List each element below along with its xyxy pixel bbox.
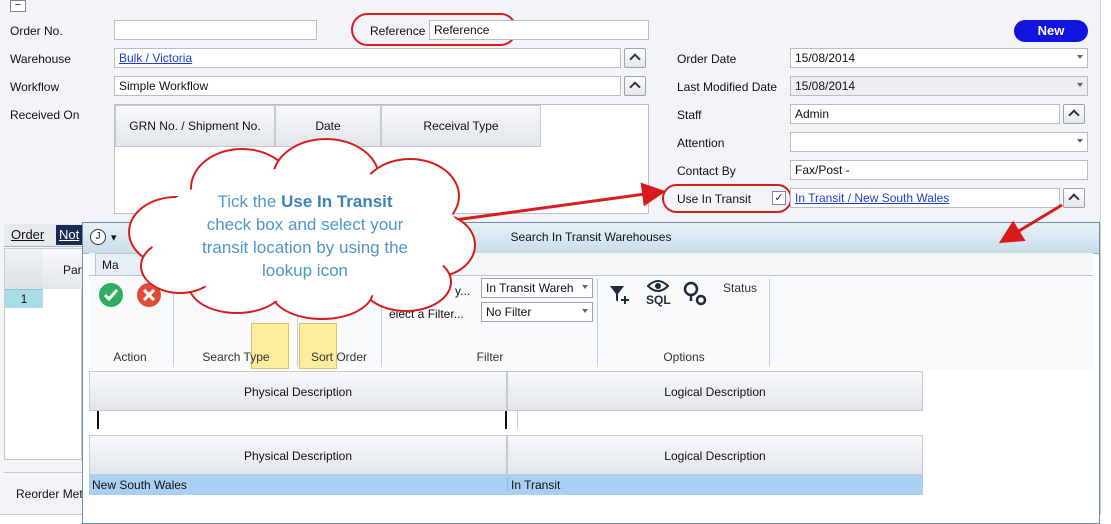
callout-line-3: transit location by using the [201,238,408,257]
callout-line-4: lookup icon [261,261,348,280]
callout-text: Tick the Use In Transit check box and se… [170,190,440,282]
callout-line-1-prefix: Tick the [217,192,282,211]
arrow-to-lookup [998,203,1063,244]
callout-line-1: Tick the Use In Transit [170,190,440,213]
annotation-arrows [439,182,1063,244]
callout-line-2: check box and select your [206,215,404,234]
callout-line-1-bold: Use In Transit [281,192,393,211]
arrow-to-checkbox [439,182,666,224]
